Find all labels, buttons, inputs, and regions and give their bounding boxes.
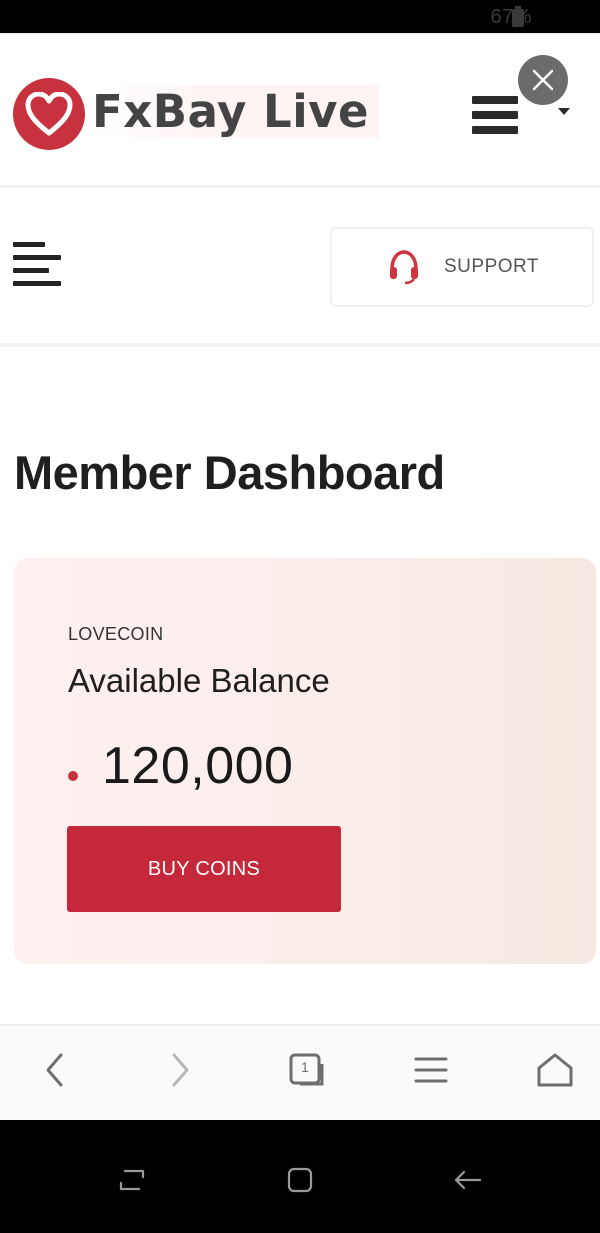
coin-dot-icon (68, 771, 78, 781)
balance-heading: Available Balance (68, 662, 330, 699)
caret-down-icon[interactable] (558, 108, 570, 115)
back-icon[interactable] (25, 1044, 85, 1096)
site-header: FxBay Live (0, 33, 600, 188)
hamburger-icon[interactable] (472, 96, 518, 138)
recent-apps-icon[interactable] (112, 1160, 152, 1200)
sub-navigation: SUPPORT (0, 191, 600, 347)
tab-count: 1 (301, 1059, 309, 1075)
brand-name[interactable]: FxBay Live (92, 85, 379, 138)
back-arrow-icon[interactable] (448, 1160, 488, 1200)
currency-label: LOVECOIN (68, 624, 164, 644)
status-bar: 67% (0, 0, 600, 33)
home-icon[interactable] (525, 1044, 585, 1096)
forward-icon[interactable] (150, 1044, 210, 1096)
menu-icon[interactable] (401, 1044, 461, 1096)
tabs-icon[interactable]: 1 (276, 1044, 336, 1096)
header-top-strip (0, 33, 600, 43)
page-title: Member Dashboard (14, 446, 445, 499)
battery-icon (512, 6, 524, 27)
heart-icon[interactable] (13, 78, 85, 150)
browser-toolbar: 1 (0, 1024, 600, 1120)
menu-lines-icon[interactable] (13, 242, 61, 290)
support-button[interactable]: SUPPORT (330, 227, 594, 307)
balance-card: LOVECOIN Available Balance 120,000 BUY C… (14, 558, 596, 964)
home-square-icon[interactable] (280, 1160, 320, 1200)
buy-coins-button[interactable]: BUY COINS (67, 826, 341, 912)
balance-value: 120,000 (102, 737, 294, 795)
headset-icon (390, 250, 418, 285)
support-label: SUPPORT (444, 256, 540, 277)
system-navigation (0, 1120, 600, 1233)
close-icon[interactable] (518, 55, 568, 105)
